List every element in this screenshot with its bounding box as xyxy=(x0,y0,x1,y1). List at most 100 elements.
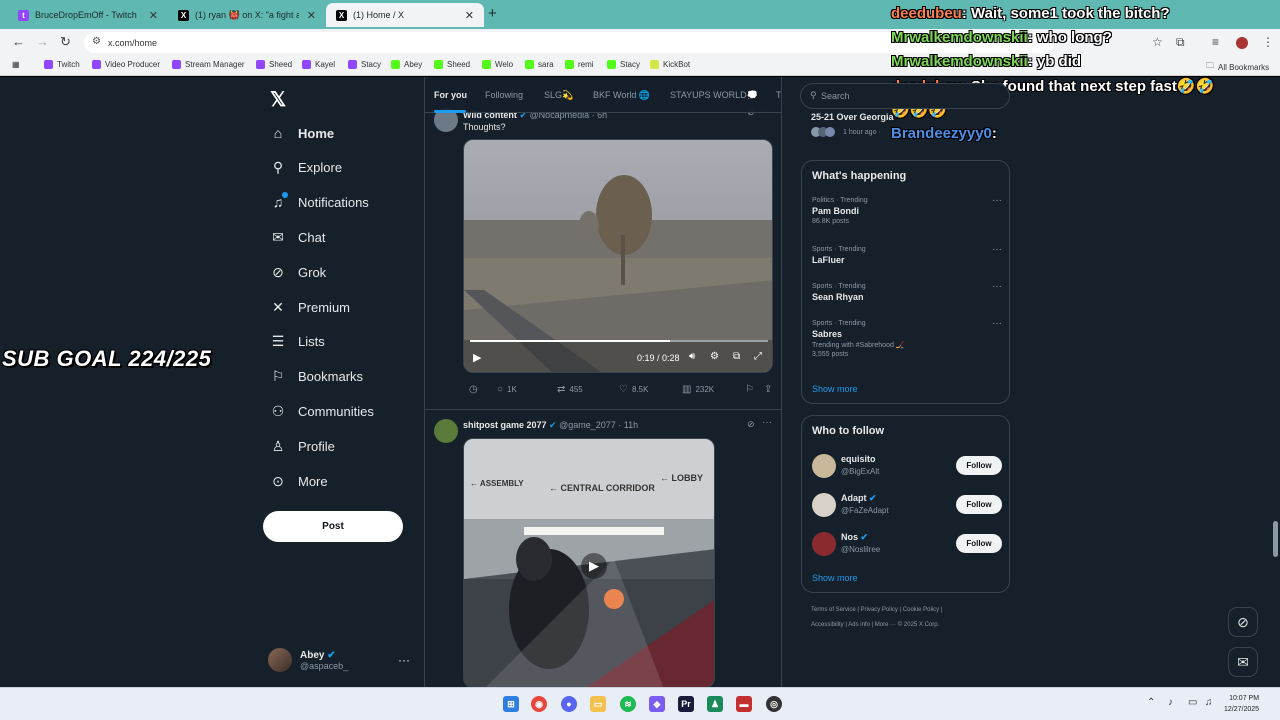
browser-tab[interactable]: t BruceDropEmOff - Twitch ✕ xyxy=(8,3,168,27)
close-tab-icon[interactable]: ✕ xyxy=(307,9,316,22)
close-tab-icon[interactable]: ✕ xyxy=(149,9,158,22)
follow-suggestion[interactable]: Adapt ✔ @FaZeAdapt Follow xyxy=(812,491,1002,519)
tab-for-you[interactable]: For you xyxy=(434,90,467,100)
obs-icon[interactable]: ◎ xyxy=(766,696,782,712)
show-more-link[interactable]: Show more xyxy=(812,573,858,583)
browser-tab[interactable]: X (1) ryan 👹 on X: "a fight almo... ✕ xyxy=(168,3,326,27)
grok-analyze-icon[interactable]: ◷ xyxy=(469,384,482,395)
nav-grok[interactable]: ⊘ Grok xyxy=(270,257,326,287)
back-icon[interactable]: ← xyxy=(12,34,25,49)
play-icon[interactable]: ▶ xyxy=(581,553,607,579)
nav-home[interactable]: ⌂ Home xyxy=(270,118,334,148)
app-icon[interactable]: ♟ xyxy=(707,696,723,712)
reply-button[interactable]: ○ 1K xyxy=(497,384,517,395)
browser-tab-active[interactable]: X (1) Home / X ✕ xyxy=(326,3,484,27)
bookmark-item[interactable]: Stacy xyxy=(607,60,640,69)
premiere-icon[interactable]: Pr xyxy=(678,696,694,712)
more-options-icon[interactable]: ··· xyxy=(992,195,1002,206)
nav-more[interactable]: ⊙ More xyxy=(270,466,328,496)
post-button[interactable]: Post xyxy=(263,511,403,542)
video-player[interactable]: ← ASSEMBLY ← CENTRAL CORRIDOR ← LOBBY ▶ xyxy=(463,438,715,687)
spotify-icon[interactable]: ≋ xyxy=(620,696,636,712)
play-icon[interactable]: ▶ xyxy=(473,351,481,364)
bookmark-star-icon[interactable]: ☆ xyxy=(1152,35,1163,49)
bookmark-item[interactable]: Stream Manager xyxy=(172,60,245,69)
grok-float-button[interactable]: ⊘ xyxy=(1228,607,1258,637)
more-options-icon[interactable]: ··· xyxy=(762,417,772,428)
top-item-title[interactable]: 25-21 Over Georgia xyxy=(811,112,894,122)
search-input[interactable]: ⚲ Search xyxy=(800,83,1010,109)
trend-item[interactable]: Sports · Trending Sean Rhyan ··· xyxy=(812,281,1002,302)
trend-item[interactable]: Politics · Trending Pam Bondi 86.8K post… xyxy=(812,195,1002,225)
tab-bkf-world[interactable]: BKF World 🌐 xyxy=(593,90,650,101)
pip-icon[interactable]: ⧉ xyxy=(733,351,740,362)
follow-button[interactable]: Follow xyxy=(956,456,1002,475)
nav-lists[interactable]: ☰ Lists xyxy=(270,326,325,356)
bookmark-item[interactable]: Abey xyxy=(391,60,422,69)
more-options-icon[interactable]: ··· xyxy=(992,244,1002,255)
account-switcher[interactable]: Abey ✔ @aspaceb_ ··· xyxy=(268,645,418,675)
bookmark-item[interactable]: Sheed xyxy=(434,60,470,69)
settings-icon[interactable]: ⚙ xyxy=(710,351,719,362)
show-more-link[interactable]: Show more xyxy=(812,384,858,394)
reload-icon[interactable]: ↻ xyxy=(60,34,71,50)
bookmark-item[interactable]: KickBot xyxy=(650,60,690,69)
nav-chat[interactable]: ✉ Chat xyxy=(270,222,325,252)
windows-start-icon[interactable]: ⊞ xyxy=(503,696,519,712)
nav-profile[interactable]: ♙ Profile xyxy=(270,431,335,461)
grok-icon[interactable]: ⊘ xyxy=(747,419,755,430)
follow-button[interactable]: Follow xyxy=(956,534,1002,553)
x-logo-icon[interactable]: 𝕏 xyxy=(270,87,286,112)
follow-suggestion[interactable]: Nos ✔ @Noslilree Follow xyxy=(812,530,1002,558)
bookmark-item[interactable]: Sheed xyxy=(256,60,292,69)
volume-icon[interactable]: ♫ xyxy=(1205,697,1213,708)
like-button[interactable]: ♡ 8.5K xyxy=(619,384,648,395)
profile-avatar[interactable] xyxy=(1236,37,1248,49)
app-icon[interactable]: ◆ xyxy=(649,696,665,712)
nav-bookmarks[interactable]: ⚐ Bookmarks xyxy=(270,361,363,391)
nav-premium[interactable]: ✕ Premium xyxy=(270,292,350,322)
bookmark-item[interactable]: remi xyxy=(565,60,594,69)
trend-item[interactable]: Sports · Trending Sabres Trending with #… xyxy=(812,318,1002,358)
more-options-icon[interactable]: ··· xyxy=(398,653,410,667)
voicemod-icon[interactable]: ▬ xyxy=(736,696,752,712)
tab-stayups-world[interactable]: STAYUPS WORLD💭 xyxy=(670,90,758,101)
chevron-up-icon[interactable]: ⌃ xyxy=(1147,697,1155,708)
new-tab-button[interactable]: + xyxy=(488,5,497,22)
follow-button[interactable]: Follow xyxy=(956,495,1002,514)
forward-icon[interactable]: → xyxy=(36,34,49,49)
more-options-icon[interactable]: ··· xyxy=(992,318,1002,329)
media-icon[interactable]: ≡ xyxy=(1212,35,1219,49)
views-button[interactable]: ▥ 232K xyxy=(682,384,714,395)
bookmark-icon[interactable]: ⚐ xyxy=(745,384,758,395)
follow-suggestion[interactable]: equisito @BigExAlt Follow xyxy=(812,452,1002,480)
close-tab-icon[interactable]: ✕ xyxy=(465,9,474,22)
footer-links[interactable]: Accessibility | Ads info | More ··· © 20… xyxy=(811,622,939,628)
discord-icon[interactable]: ● xyxy=(561,696,577,712)
tab-following[interactable]: Following xyxy=(485,90,523,100)
bookmark-item[interactable]: Kayel xyxy=(302,60,335,69)
menu-icon[interactable]: ⋮ xyxy=(1262,35,1274,49)
volume-icon[interactable]: 🔊︎ xyxy=(689,351,695,362)
all-bookmarks[interactable]: 🗀 All Bookmarks xyxy=(1206,60,1269,74)
bookmark-item[interactable]: Twitch xyxy=(44,60,80,69)
bookmark-item[interactable]: Welo xyxy=(482,60,513,69)
scrollbar-thumb[interactable] xyxy=(1273,521,1278,557)
apps-icon[interactable]: ▦ xyxy=(12,60,20,69)
repost-button[interactable]: ⇄ 455 xyxy=(557,384,583,395)
system-clock[interactable]: 10:07 PM 12/27/2025 xyxy=(1224,693,1259,715)
file-explorer-icon[interactable]: ▭ xyxy=(590,696,606,712)
share-icon[interactable]: ⇪ xyxy=(764,384,776,395)
fullscreen-icon[interactable]: ⤢ xyxy=(754,351,762,362)
extensions-icon[interactable]: ⧉ xyxy=(1176,35,1185,50)
more-options-icon[interactable]: ··· xyxy=(992,281,1002,292)
footer-links[interactable]: Terms of Service | Privacy Policy | Cook… xyxy=(811,607,942,613)
video-player[interactable]: ▶ 0:19 / 0:28 🔊︎ ⚙ ⧉ ⤢ xyxy=(463,139,773,373)
site-info-icon[interactable]: ⚙ xyxy=(92,36,101,47)
messages-float-button[interactable]: ✉ xyxy=(1228,647,1258,677)
chrome-icon[interactable]: ◉ xyxy=(531,696,547,712)
tab-ti[interactable]: TI xyxy=(776,90,781,100)
microphone-icon[interactable]: ♪ xyxy=(1168,697,1173,708)
nav-communities[interactable]: ⚇ Communities xyxy=(270,396,374,426)
nav-explore[interactable]: ⚲ Explore xyxy=(270,152,342,182)
